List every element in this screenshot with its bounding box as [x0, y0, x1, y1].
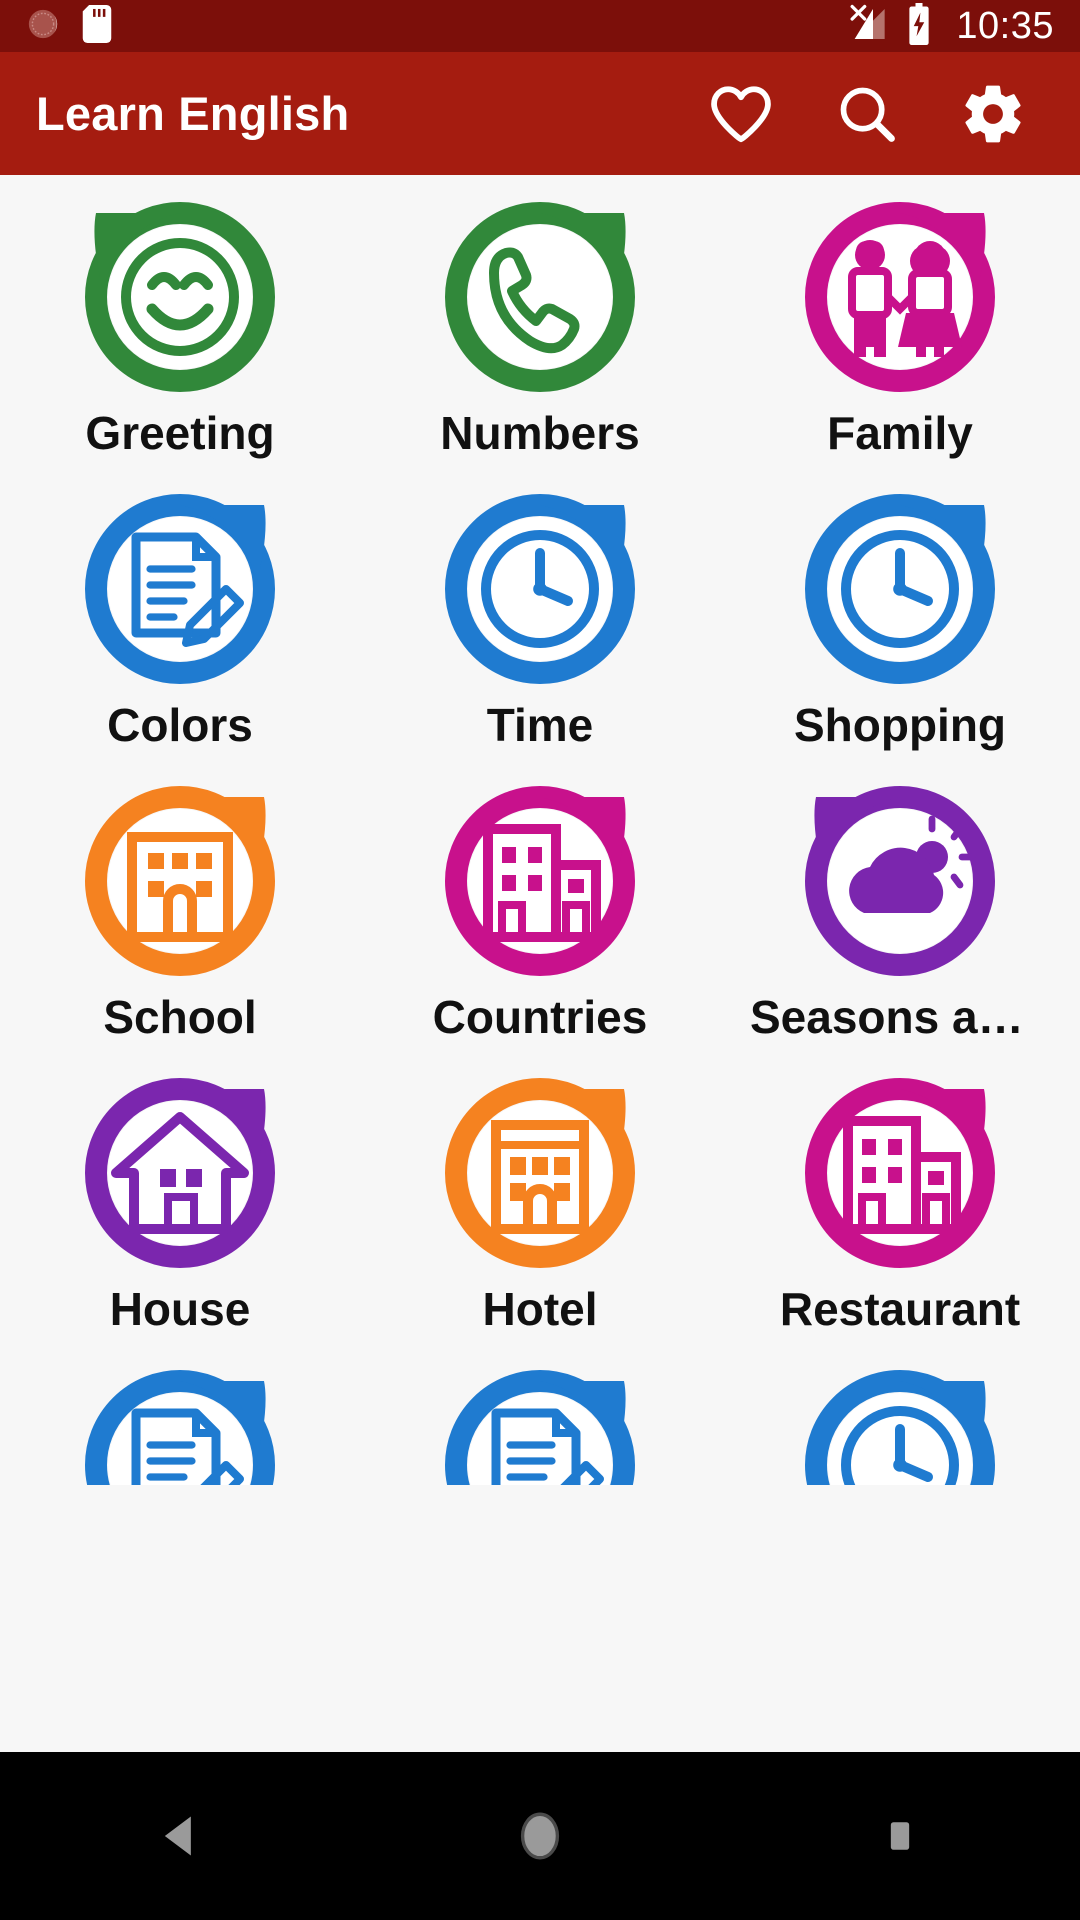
category-item[interactable]: House [0, 1073, 360, 1365]
category-label: Countries [432, 991, 648, 1043]
phone-handset-icon [440, 197, 640, 397]
city-building-icon [440, 781, 640, 981]
search-icon[interactable] [830, 77, 904, 151]
document-pencil-icon [80, 1365, 280, 1485]
category-item[interactable]: Countries [360, 781, 720, 1073]
clock-icon [800, 1365, 1000, 1485]
category-grid-scroll[interactable]: Greeting Numbers Family Colors Time Shop… [0, 175, 1080, 1752]
app-title: Learn English [36, 87, 350, 140]
home-icon [80, 1073, 280, 1273]
category-item[interactable]: Seasons and … [720, 781, 1080, 1073]
city-building-icon [800, 1073, 1000, 1273]
home-button[interactable] [465, 1761, 615, 1911]
category-item[interactable] [360, 1365, 720, 1485]
document-pencil-icon [440, 1365, 640, 1485]
cloud-sun-icon [800, 781, 1000, 981]
category-item[interactable]: Restaurant [720, 1073, 1080, 1365]
app-bar: Learn English [0, 52, 1080, 175]
category-grid: Greeting Numbers Family Colors Time Shop… [0, 175, 1080, 1365]
back-button[interactable] [105, 1761, 255, 1911]
category-grid-partial-row [0, 1365, 1080, 1485]
app-bar-actions [704, 77, 1044, 151]
category-label: Time [486, 699, 594, 751]
school-building-icon [80, 781, 280, 981]
smiley-face-icon [80, 197, 280, 397]
alarm-icon [26, 7, 60, 46]
battery-charging-icon [906, 2, 932, 50]
recents-button[interactable] [825, 1761, 975, 1911]
settings-icon[interactable] [956, 77, 1030, 151]
category-item[interactable]: Greeting [0, 197, 360, 489]
favorite-icon[interactable] [704, 77, 778, 151]
category-item[interactable] [0, 1365, 360, 1485]
category-item[interactable]: Hotel [360, 1073, 720, 1365]
category-label: Seasons and … [750, 991, 1050, 1043]
two-children-icon [800, 197, 1000, 397]
category-item[interactable]: Numbers [360, 197, 720, 489]
document-pencil-icon [80, 489, 280, 689]
category-item[interactable]: Colors [0, 489, 360, 781]
category-label: Shopping [793, 699, 1007, 751]
category-label: Family [827, 407, 973, 459]
category-label: House [109, 1283, 251, 1335]
phone-screen: 10:35 Learn English Greeting Numbers Fam… [0, 0, 1080, 1920]
category-label: Restaurant [779, 1283, 1021, 1335]
status-bar-right-icons: 10:35 [846, 2, 1054, 50]
category-label: School [103, 991, 257, 1043]
category-label: Hotel [482, 1283, 598, 1335]
category-item[interactable]: School [0, 781, 360, 1073]
category-label: Colors [107, 699, 253, 751]
status-bar-clock: 10:35 [956, 5, 1054, 47]
category-item[interactable] [720, 1365, 1080, 1485]
no-signal-icon [846, 4, 890, 49]
category-label: Greeting [85, 407, 275, 459]
status-bar: 10:35 [0, 0, 1080, 52]
category-item[interactable]: Time [360, 489, 720, 781]
category-label: Numbers [440, 407, 640, 459]
clock-icon [440, 489, 640, 689]
category-item[interactable]: Family [720, 197, 1080, 489]
clock-icon [800, 489, 1000, 689]
status-bar-left-icons [26, 4, 112, 48]
sd-card-icon [82, 4, 112, 48]
system-navigation-bar [0, 1752, 1080, 1920]
hotel-building-icon [440, 1073, 640, 1273]
category-item[interactable]: Shopping [720, 489, 1080, 781]
